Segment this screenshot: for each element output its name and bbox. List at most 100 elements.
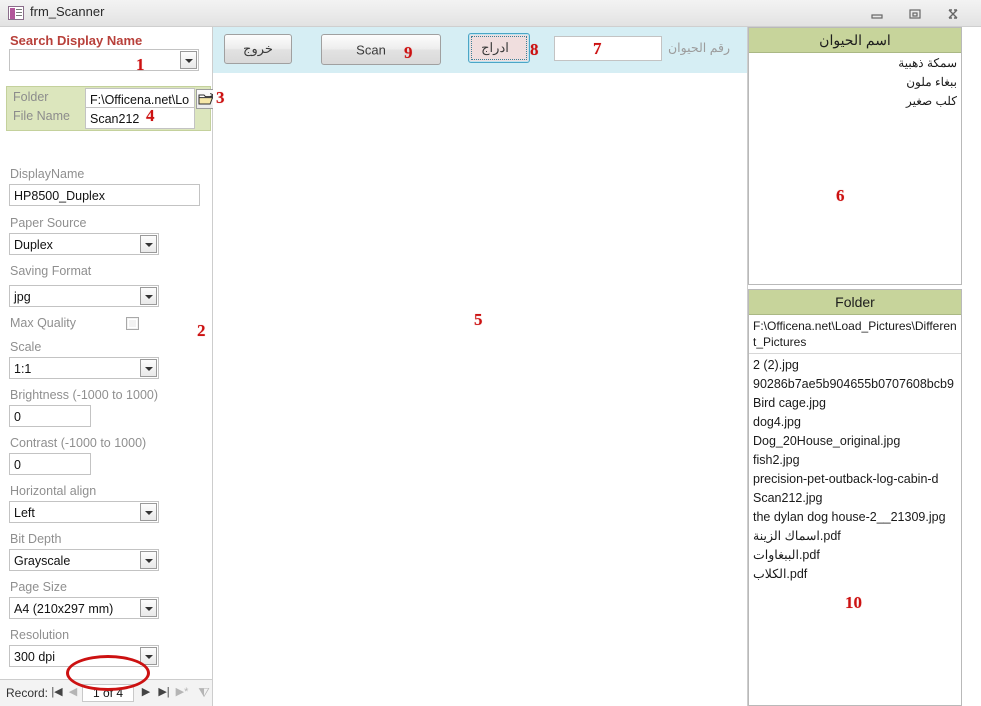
display-name-label: DisplayName (10, 167, 85, 181)
list-item[interactable]: الببغاوات.pdf (749, 546, 961, 565)
chevron-down-icon[interactable] (140, 359, 157, 377)
annotation-marker-3: 3 (216, 88, 225, 107)
scanner-settings-panel: Search Display Name Folder F:\Officena.n… (0, 27, 218, 706)
annotation-ellipse-record (66, 655, 150, 691)
search-display-name-input[interactable] (9, 49, 199, 71)
annotation-marker-5: 5 (474, 310, 483, 329)
list-item[interactable]: Scan212.jpg (749, 489, 961, 508)
list-item[interactable]: 2 (2).jpg (749, 356, 961, 375)
list-item[interactable]: ببغاء ملون (749, 73, 961, 92)
scanned-image-preview[interactable] (213, 73, 747, 706)
paper-source-label: Paper Source (10, 216, 87, 230)
brightness-input[interactable]: 0 (9, 405, 91, 427)
chevron-down-icon[interactable] (140, 235, 157, 253)
page-size-value: A4 (210x297 mm) (14, 602, 114, 616)
file-name-input[interactable]: Scan212 (85, 107, 195, 129)
list-item[interactable]: dog4.jpg (749, 413, 961, 432)
annotation-marker-6: 6 (836, 186, 845, 205)
saving-format-combo[interactable]: jpg (9, 285, 159, 307)
max-quality-checkbox[interactable] (126, 317, 139, 330)
resolution-label: Resolution (10, 628, 70, 642)
animal-name-header: اسم الحيوان (749, 28, 961, 53)
horizontal-align-combo[interactable]: Left (9, 501, 159, 523)
first-record-icon[interactable]: |◀ (50, 685, 64, 700)
folder-subform: Folder F:\Officena.net\Load_Pictures\Dif… (748, 289, 962, 706)
list-item[interactable]: اسماك الزينة.pdf (749, 527, 961, 546)
annotation-marker-10: 10 (845, 593, 862, 612)
list-item[interactable]: الكلاب.pdf (749, 565, 961, 584)
command-bar: خروج Scan ادراج رقم الحيوان (213, 27, 747, 73)
folder-label: Folder (13, 90, 49, 104)
no-filter-icon[interactable]: ⧨ (197, 685, 211, 700)
chevron-down-icon[interactable] (140, 287, 157, 305)
access-form-icon (8, 6, 24, 20)
list-item[interactable]: the dylan dog house-2__21309.jpg (749, 508, 961, 527)
animal-number-input[interactable] (554, 36, 662, 61)
max-quality-label: Max Quality (10, 316, 76, 330)
list-item[interactable]: سمكة ذهبية (749, 54, 961, 73)
minimize-icon[interactable] (863, 5, 891, 23)
title-bar: frm_Scanner (0, 0, 981, 27)
search-display-name-label: Search Display Name (10, 33, 143, 48)
page-size-combo[interactable]: A4 (210x297 mm) (9, 597, 159, 619)
chevron-down-icon[interactable] (140, 599, 157, 617)
file-name-label: File Name (13, 109, 70, 123)
saving-format-value: jpg (14, 290, 31, 304)
brightness-label: Brightness (-1000 to 1000) (10, 388, 159, 402)
saving-format-label: Saving Format (10, 264, 92, 278)
close-icon[interactable] (939, 5, 967, 23)
list-item[interactable]: precision-pet-outback-log-cabin-d (749, 470, 961, 489)
animal-number-label: رقم الحيوان (668, 41, 731, 55)
annotation-marker-2: 2 (197, 321, 206, 340)
exit-button-label: خروج (243, 41, 273, 56)
scale-value: 1:1 (14, 362, 32, 376)
paper-source-value: Duplex (14, 238, 53, 252)
insert-button-label: ادراج (481, 40, 509, 55)
horizontal-align-label: Horizontal align (10, 484, 97, 498)
next-record-icon[interactable]: ▶ (139, 685, 153, 700)
resolution-value: 300 dpi (14, 650, 56, 664)
scan-button[interactable]: Scan (321, 34, 441, 65)
annotation-marker-4: 4 (146, 106, 155, 125)
annotation-marker-1: 1 (136, 55, 145, 74)
chevron-down-icon[interactable] (140, 551, 157, 569)
folder-filename-group: Folder F:\Officena.net\Lo File Name Scan… (6, 86, 218, 131)
list-item[interactable]: fish2.jpg (749, 451, 961, 470)
form-body: Search Display Name Folder F:\Officena.n… (0, 27, 981, 706)
scale-combo[interactable]: 1:1 (9, 357, 159, 379)
list-item[interactable]: Bird cage.jpg (749, 394, 961, 413)
horizontal-align-value: Left (14, 506, 35, 520)
annotation-marker-7: 7 (593, 39, 602, 58)
list-item[interactable]: Dog_20House_original.jpg (749, 432, 961, 451)
contrast-input[interactable]: 0 (9, 453, 91, 475)
scale-label: Scale (10, 340, 42, 354)
chevron-down-icon[interactable] (180, 51, 197, 69)
window-title: frm_Scanner (30, 4, 105, 19)
contrast-label: Contrast (-1000 to 1000) (10, 436, 147, 450)
bit-depth-value: Grayscale (14, 554, 71, 568)
last-record-icon[interactable]: ▶| (157, 685, 171, 700)
restore-icon[interactable] (901, 5, 929, 23)
previous-record-icon[interactable]: ◀ (66, 685, 80, 700)
record-label: Record: (6, 686, 49, 700)
animal-name-subform: اسم الحيوان سمكة ذهبية ببغاء ملون كلب صغ… (748, 27, 962, 285)
annotation-marker-8: 8 (530, 40, 539, 59)
lists-panel: اسم الحيوان سمكة ذهبية ببغاء ملون كلب صغ… (747, 27, 981, 706)
list-item[interactable]: كلب صغير (749, 92, 961, 111)
paper-source-combo[interactable]: Duplex (9, 233, 159, 255)
scanner-form-window: frm_Scanner Search Display Name Folder F… (0, 0, 981, 706)
folder-header: Folder (749, 290, 961, 315)
display-name-input[interactable]: HP8500_Duplex (9, 184, 200, 206)
page-size-label: Page Size (10, 580, 67, 594)
scan-button-label: Scan (356, 42, 386, 57)
new-record-icon[interactable]: ▶* (175, 685, 189, 700)
list-item[interactable]: 90286b7ae5b904655b0707608bcb9 (749, 375, 961, 394)
annotation-marker-9: 9 (404, 43, 413, 62)
bit-depth-combo[interactable]: Grayscale (9, 549, 159, 571)
folder-file-list[interactable]: 2 (2).jpg 90286b7ae5b904655b0707608bcb9 … (749, 356, 961, 584)
bit-depth-label: Bit Depth (10, 532, 62, 546)
insert-button[interactable]: ادراج (468, 33, 530, 63)
chevron-down-icon[interactable] (140, 503, 157, 521)
animal-name-list[interactable]: سمكة ذهبية ببغاء ملون كلب صغير (749, 54, 961, 111)
exit-button[interactable]: خروج (224, 34, 292, 64)
